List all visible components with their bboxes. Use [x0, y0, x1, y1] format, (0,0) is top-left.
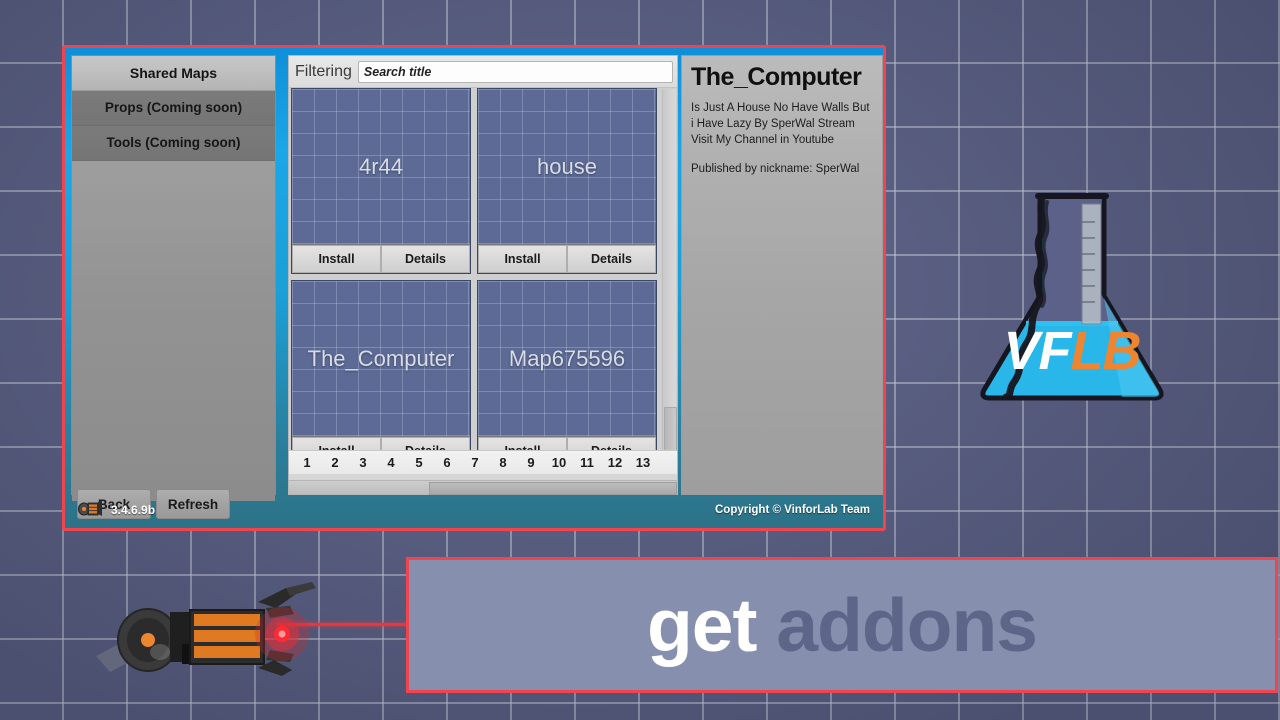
map-card-title: Map675596 [508, 345, 626, 371]
status-bar: 3.4.6.9b Copyright © VinforLab Team [71, 497, 877, 523]
cards-vertical-scrollbar[interactable] [662, 89, 677, 465]
page-button-13[interactable]: 13 [629, 455, 657, 470]
get-addons-text: get addons [647, 587, 1038, 663]
gravity-gun-icon [78, 499, 104, 522]
install-button[interactable]: Install [292, 245, 381, 273]
status-bar-left: 3.4.6.9b [78, 499, 155, 522]
install-button[interactable]: Install [478, 245, 567, 273]
map-card-actions: Install Details [292, 244, 470, 273]
cards-scrollbar-thumb[interactable] [664, 407, 677, 451]
details-title: The_Computer [691, 63, 862, 91]
pagination-bar: 1 2 3 4 5 6 7 8 9 10 11 12 13 [289, 450, 677, 474]
window-body: Shared Maps Props (Coming soon) Tools (C… [68, 51, 883, 525]
pagination-scrollbar-thumb[interactable] [429, 482, 677, 495]
page-button-6[interactable]: 6 [433, 455, 461, 470]
map-card-title: The_Computer [307, 345, 455, 371]
map-card-title: 4r44 [358, 153, 404, 179]
search-input[interactable] [357, 60, 673, 83]
page-button-7[interactable]: 7 [461, 455, 489, 470]
sidebar-empty-area [72, 161, 275, 501]
map-card[interactable]: house Install Details [477, 88, 657, 274]
vflb-logo: VFLB [962, 178, 1182, 406]
sidebar: Shared Maps Props (Coming soon) Tools (C… [71, 55, 276, 501]
vflb-text-part1: VF [1003, 321, 1072, 381]
pagination-horizontal-scrollbar[interactable] [289, 480, 677, 495]
map-card[interactable]: 4r44 Install Details [291, 88, 471, 274]
vflb-text-part2: LB [1070, 321, 1142, 381]
page-button-5[interactable]: 5 [405, 455, 433, 470]
addon-browser-window: Shared Maps Props (Coming soon) Tools (C… [62, 45, 886, 531]
page-button-3[interactable]: 3 [349, 455, 377, 470]
browse-panel: Filtering 4r44 Install Details [288, 55, 678, 495]
page-button-12[interactable]: 12 [601, 455, 629, 470]
sidebar-item-props[interactable]: Props (Coming soon) [72, 91, 275, 126]
page-button-10[interactable]: 10 [545, 455, 573, 470]
details-description: Is Just A House No Have Walls But i Have… [691, 102, 870, 146]
filter-bar: Filtering [289, 56, 677, 88]
details-panel: The_Computer Is Just A House No Have Wal… [681, 55, 883, 495]
map-card[interactable]: Map675596 Install Details [477, 280, 657, 464]
banner-word-get: get [646, 582, 757, 667]
details-publisher: Published by nickname: SperWal [691, 162, 860, 175]
filtering-label: Filtering [295, 62, 352, 80]
page-button-8[interactable]: 8 [489, 455, 517, 470]
map-cards-grid: 4r44 Install Details house Install Detai… [291, 88, 657, 464]
page-button-1[interactable]: 1 [293, 455, 321, 470]
details-button[interactable]: Details [381, 245, 470, 273]
map-thumbnail: 4r44 [292, 89, 470, 244]
map-thumbnail: Map675596 [478, 281, 656, 436]
page-button-11[interactable]: 11 [573, 455, 601, 470]
map-cards-viewport: 4r44 Install Details house Install Detai… [289, 88, 677, 464]
map-card-title: house [537, 153, 597, 179]
details-button[interactable]: Details [567, 245, 656, 273]
copyright-label: Copyright © VinforLab Team [714, 504, 870, 516]
game-background: Shared Maps Props (Coming soon) Tools (C… [0, 0, 1280, 720]
map-card-actions: Install Details [478, 244, 656, 273]
page-button-4[interactable]: 4 [377, 455, 405, 470]
sidebar-item-tools[interactable]: Tools (Coming soon) [72, 126, 275, 161]
map-thumbnail: house [478, 89, 656, 244]
map-card[interactable]: The_Computer Install Details [291, 280, 471, 464]
sidebar-header-shared-maps[interactable]: Shared Maps [72, 56, 275, 91]
get-addons-banner: get addons [406, 557, 1278, 693]
page-button-2[interactable]: 2 [321, 455, 349, 470]
page-button-9[interactable]: 9 [517, 455, 545, 470]
banner-word-addons: addons [776, 582, 1038, 667]
gravity-gun-prop [90, 578, 320, 683]
vflb-wordmark: VFLB [962, 324, 1182, 378]
version-label: 3.4.6.9b [111, 503, 156, 517]
map-thumbnail: The_Computer [292, 281, 470, 436]
